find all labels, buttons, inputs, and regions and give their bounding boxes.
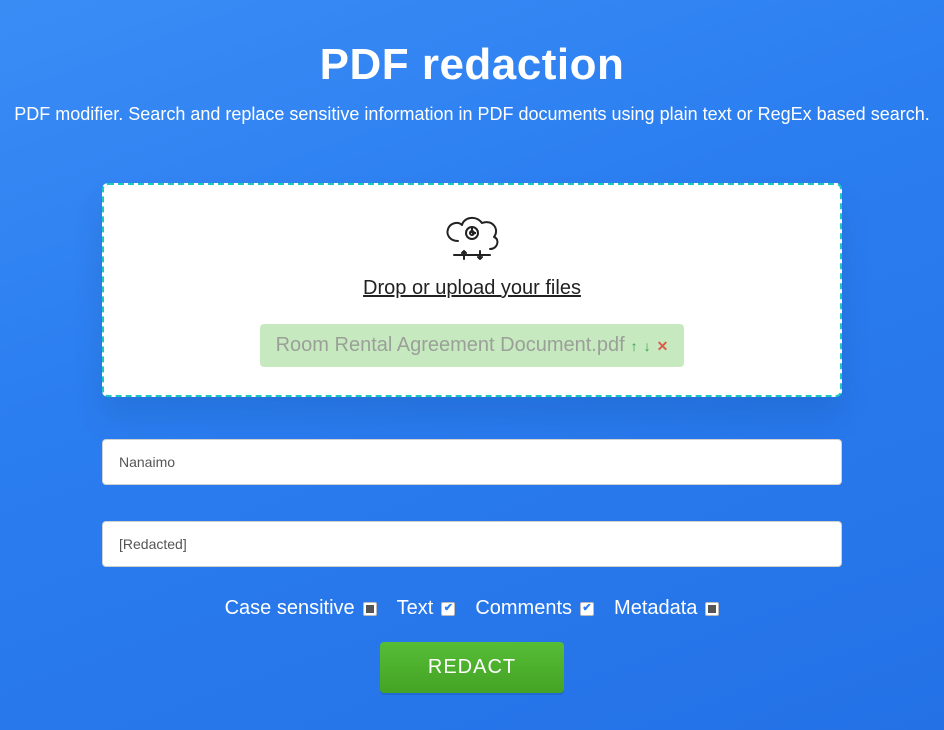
text-option[interactable]: Text [397, 597, 456, 620]
case-sensitive-option[interactable]: Case sensitive [225, 597, 377, 620]
file-dropzone[interactable]: Drop or upload your files Room Rental Ag… [102, 183, 842, 397]
options-row: Case sensitive Text Comments Metadata [102, 597, 842, 620]
metadata-checkbox[interactable] [705, 602, 719, 616]
remove-file-icon[interactable]: ✕ [657, 339, 669, 353]
case-sensitive-checkbox[interactable] [363, 602, 377, 616]
page-subtitle: PDF modifier. Search and replace sensiti… [0, 104, 944, 125]
move-down-icon[interactable]: ↓ [644, 339, 651, 353]
redact-button[interactable]: REDACT [380, 642, 564, 693]
comments-checkbox[interactable] [580, 602, 594, 616]
cloud-upload-icon [128, 211, 816, 263]
metadata-label: Metadata [614, 597, 697, 620]
text-label: Text [397, 597, 434, 620]
uploaded-file-chip: Room Rental Agreement Document.pdf ↑ ↓ ✕ [260, 324, 685, 367]
text-checkbox[interactable] [441, 602, 455, 616]
comments-label: Comments [475, 597, 572, 620]
search-input[interactable] [102, 439, 842, 485]
page-title: PDF redaction [0, 40, 944, 90]
metadata-option[interactable]: Metadata [614, 597, 719, 620]
move-up-icon[interactable]: ↑ [631, 339, 638, 353]
replace-input[interactable] [102, 521, 842, 567]
uploaded-file-name: Room Rental Agreement Document.pdf [276, 334, 625, 357]
drop-label[interactable]: Drop or upload your files [363, 277, 581, 300]
comments-option[interactable]: Comments [475, 597, 594, 620]
case-sensitive-label: Case sensitive [225, 597, 355, 620]
